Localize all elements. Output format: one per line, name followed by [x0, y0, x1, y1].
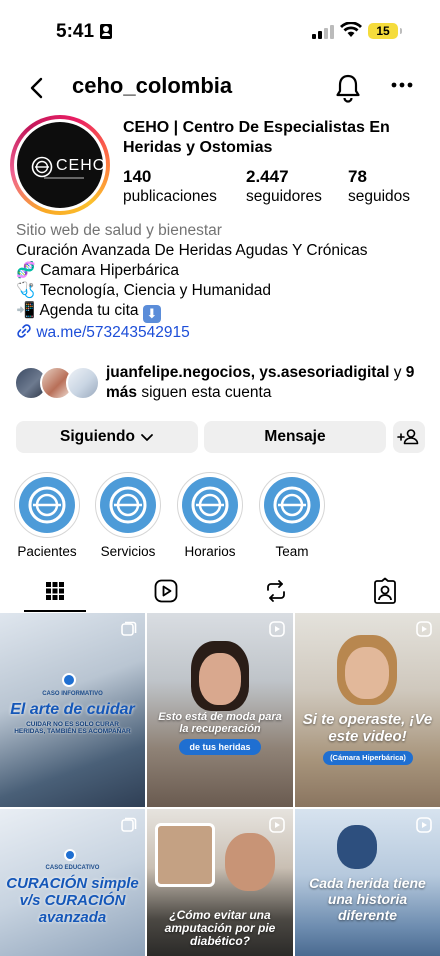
posts-count[interactable]: 140 publicaciones — [123, 167, 217, 207]
tab-tagged[interactable] — [370, 576, 400, 606]
post-small-label: CASO INFORMATIVO — [42, 691, 103, 697]
post-title: Si te operaste, ¡Ve este video! — [302, 711, 433, 745]
highlight-servicios[interactable]: Servicios — [95, 472, 161, 559]
tab-grid[interactable] — [40, 576, 70, 606]
ceho-logo-icon — [109, 486, 147, 524]
person-photo — [337, 825, 377, 869]
stat-value: 78 — [348, 167, 367, 186]
avatar — [66, 366, 100, 400]
post-title: ¿Cómo evitar una amputación por pie diab… — [164, 908, 276, 948]
highlight-horarios[interactable]: Horarios — [177, 472, 243, 559]
profile-category: Sitio web de salud y bienestar — [16, 222, 222, 239]
cellular-signal-icon — [312, 25, 334, 39]
stat-value: 2.447 — [246, 167, 289, 186]
profile-username: ceho_colombia — [72, 73, 233, 98]
inset-photo — [155, 823, 215, 887]
ceho-logo-icon — [273, 486, 311, 524]
wifi-icon — [340, 22, 362, 37]
status-time: 5:41 — [56, 21, 95, 42]
person-face — [225, 833, 275, 891]
focus-person-icon — [100, 24, 112, 39]
profile-avatar[interactable]: CEHO — [10, 115, 110, 215]
link-icon — [17, 324, 31, 338]
highlight-label: Servicios — [100, 544, 156, 559]
bio-line: 🧬 Camara Hiperbárica — [16, 262, 180, 279]
bio-line: 📲 Agenda tu cita ⬇ — [16, 301, 426, 323]
status-bar: 5:41 15 — [0, 0, 440, 60]
more-options-icon[interactable] — [390, 80, 414, 90]
tab-reels[interactable] — [151, 576, 181, 606]
back-arrow-icon[interactable] — [26, 76, 50, 100]
post-small-label: CASO EDUCATIVO — [45, 865, 100, 871]
highlight-label: Pacientes — [17, 544, 77, 559]
highlight-label: Team — [275, 544, 309, 559]
following-button[interactable]: Siguiendo — [16, 421, 198, 453]
post-title: El arte de cuidar — [10, 701, 135, 718]
post-pill: (Cámara Hiperbárica) — [323, 751, 413, 765]
person-face — [199, 653, 241, 705]
down-arrow-icon: ⬇ — [142, 305, 161, 323]
post-pill: de tus heridas — [179, 739, 261, 755]
bio-line: Curación Avanzada De Heridas Agudas Y Cr… — [16, 242, 368, 259]
profile-link-text[interactable]: wa.me/573243542915 — [36, 324, 189, 341]
notifications-bell-icon[interactable] — [334, 73, 362, 103]
ceho-logo-icon — [31, 156, 53, 178]
followers-count[interactable]: 2.447 seguidores — [246, 167, 322, 207]
suggested-accounts-button[interactable] — [393, 421, 425, 453]
post-tile[interactable]: CASO EDUCATIVO CURACIÓN simple v/s CURAC… — [0, 809, 145, 956]
post-title: CURACIÓN simple v/s CURACIÓN avanzada — [6, 875, 139, 926]
logo-wordmark: CEHO — [56, 157, 107, 174]
mutual-followers-avatars[interactable] — [14, 366, 100, 402]
logo-tagline-line — [44, 177, 84, 179]
post-tile[interactable]: Esto está de moda para la recuperación d… — [147, 613, 293, 807]
person-face — [345, 647, 389, 699]
stat-label: seguidores — [246, 188, 322, 205]
post-tile[interactable]: CASO INFORMATIVO El arte de cuidar CUIDA… — [0, 613, 145, 807]
reel-icon — [416, 817, 432, 833]
message-button[interactable]: Mensaje — [204, 421, 386, 453]
tab-reposts[interactable] — [261, 576, 291, 606]
mutual-follower-names: juanfelipe.negocios, ys.asesoriadigital — [106, 364, 390, 381]
reel-icon — [269, 621, 285, 637]
add-person-icon — [397, 429, 419, 445]
highlight-team[interactable]: Team — [259, 472, 325, 559]
post-caption: CUIDAR NO ES SOLO CURAR HERIDAS, TAMBIÉN… — [14, 721, 131, 735]
following-button-label: Siguiendo — [60, 428, 135, 445]
stat-label: publicaciones — [123, 188, 217, 205]
dna-icon: 🧬 — [16, 262, 36, 279]
stat-value: 140 — [123, 167, 152, 186]
followed-by-text[interactable]: juanfelipe.negocios, ys.asesoriadigital … — [106, 363, 426, 403]
profile-link[interactable]: wa.me/573243542915 — [16, 323, 426, 343]
posts-grid: CASO INFORMATIVO El arte de cuidar CUIDA… — [0, 613, 440, 956]
ceho-logo-icon — [191, 486, 229, 524]
carousel-icon — [121, 817, 137, 832]
stethoscope-icon: 🩺 — [16, 282, 36, 299]
highlight-pacientes[interactable]: Pacientes — [14, 472, 80, 559]
mobile-arrow-icon: 📲 — [16, 302, 36, 319]
post-tile[interactable]: Si te operaste, ¡Ve este video! (Cámara … — [295, 613, 440, 807]
message-button-label: Mensaje — [264, 428, 326, 445]
ceho-logo-icon — [28, 486, 66, 524]
following-count[interactable]: 78 seguidos — [348, 167, 410, 207]
highlight-label: Horarios — [184, 544, 236, 559]
ceho-logo-icon — [64, 849, 76, 861]
post-title: Esto está de moda para la recuperación — [158, 711, 282, 735]
active-tab-indicator — [24, 610, 86, 612]
profile-bio: Sitio web de salud y bienestar Curación … — [16, 221, 426, 343]
stat-label: seguidos — [348, 188, 411, 205]
bio-line: 🩺 Tecnología, Ciencia y Humanidad — [16, 282, 271, 299]
reel-icon — [269, 817, 285, 833]
profile-full-name: CEHO | Centro De Especialistas En Herida… — [123, 119, 390, 156]
post-tile[interactable]: ¿Cómo evitar una amputación por pie diab… — [147, 809, 293, 956]
chevron-down-icon — [141, 434, 153, 441]
battery-icon: 15 — [368, 23, 402, 39]
carousel-icon — [121, 621, 137, 636]
post-tile[interactable]: Cada herida tiene una historia diferente — [295, 809, 440, 956]
post-title: Cada herida tiene una historia diferente — [309, 875, 426, 923]
ceho-logo-icon — [62, 673, 76, 687]
reel-icon — [416, 621, 432, 637]
